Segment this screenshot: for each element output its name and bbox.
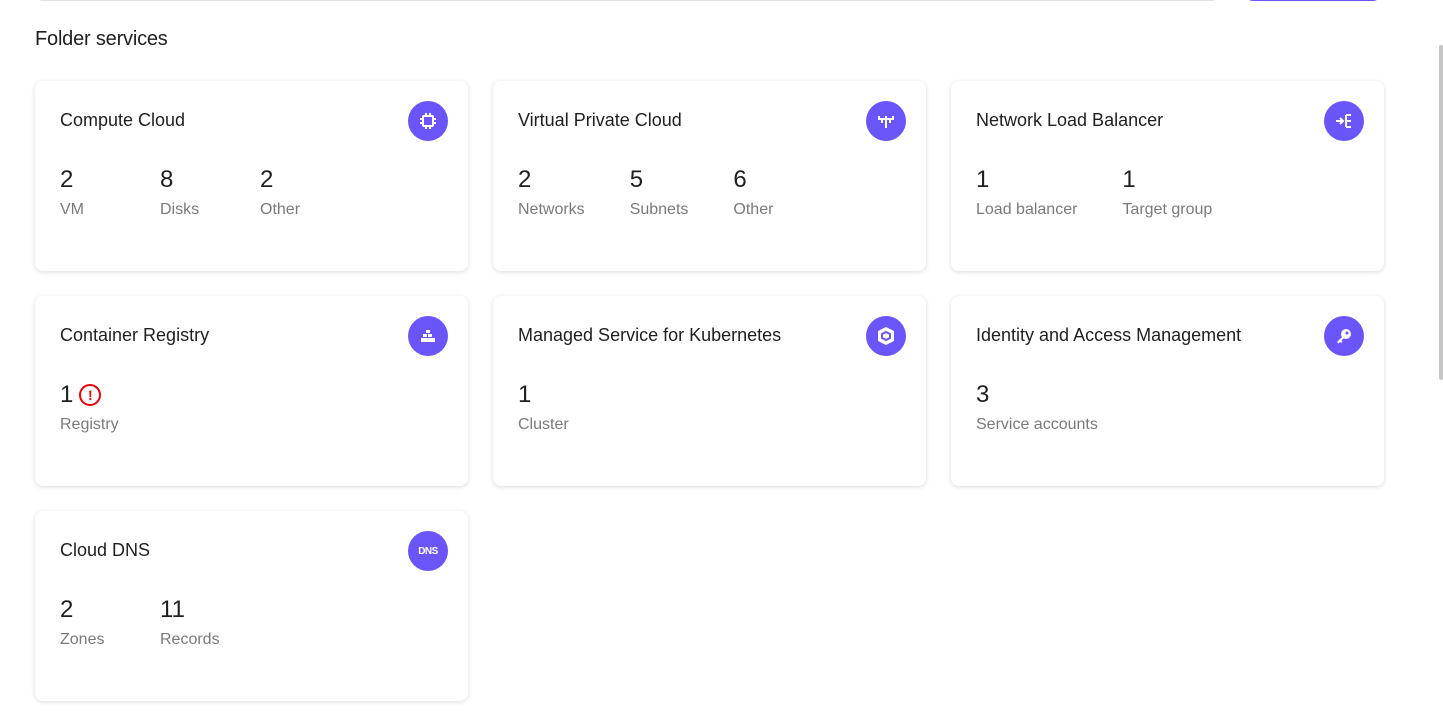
service-card-virtual-private-cloud[interactable]: Virtual Private Cloud 2 Networks 5 Subnets 6 O… xyxy=(493,81,926,271)
stat-value: 1 xyxy=(976,166,990,193)
stat-label: Load balancer xyxy=(976,201,1078,218)
stat: 11 Records xyxy=(160,597,220,649)
stat: 1! Registry xyxy=(60,382,119,434)
service-stats: 2 Zones 11 Records xyxy=(60,597,443,649)
service-card-managed-service-for-kubernetes[interactable]: Managed Service for Kubernetes 1 Cluster xyxy=(493,296,926,486)
service-stats: 1 Load balancer 1 Target group xyxy=(976,167,1359,219)
service-title: Network Load Balancer xyxy=(976,110,1164,130)
search-field-edge[interactable] xyxy=(40,0,1215,1)
stat: 1 Cluster xyxy=(518,382,573,434)
stat: 1 Target group xyxy=(1122,167,1212,219)
stat: 2 Other xyxy=(260,167,315,219)
service-stats: 1 Cluster xyxy=(518,382,901,434)
stat-label: Records xyxy=(160,631,220,648)
stat-value: 3 xyxy=(976,381,990,408)
service-title: Identity and Access Management xyxy=(976,325,1242,345)
service-stats: 2 Networks 5 Subnets 6 Other xyxy=(518,167,901,219)
stat: 6 Other xyxy=(733,167,788,219)
stat-label: Registry xyxy=(60,416,119,433)
stat-value: 2 xyxy=(60,166,74,193)
stat-label: Other xyxy=(260,201,301,218)
service-card-network-load-balancer[interactable]: Network Load Balancer 1 Load balancer 1 Targ… xyxy=(951,81,1384,271)
page-title: Folder services xyxy=(35,28,168,50)
service-title: Cloud DNS xyxy=(60,540,151,560)
stat-label: Subnets xyxy=(629,201,689,218)
stat-label: Disks xyxy=(160,201,200,218)
stat-value: 6 xyxy=(733,166,747,193)
stat-label: Networks xyxy=(518,201,585,218)
top-button-edge[interactable] xyxy=(1245,0,1381,1)
scrollbar[interactable] xyxy=(1439,45,1443,380)
cpu-icon xyxy=(408,101,448,141)
key-icon xyxy=(1324,316,1364,356)
stat: 2 VM xyxy=(60,167,115,219)
stat-label: Cluster xyxy=(518,416,569,433)
service-title: Compute Cloud xyxy=(60,110,186,130)
stat-label: Target group xyxy=(1122,201,1213,218)
stat-value: 11 xyxy=(160,596,185,623)
stat-label: Zones xyxy=(60,631,105,648)
stat: 2 Zones xyxy=(60,597,115,649)
stat-value: 1 xyxy=(518,381,532,408)
stat: 2 Networks xyxy=(518,167,585,219)
service-stats: 2 VM 8 Disks 2 Other xyxy=(60,167,443,219)
stat-value: 1 xyxy=(1122,166,1136,193)
service-title: Virtual Private Cloud xyxy=(518,110,682,130)
network-icon xyxy=(866,101,906,141)
stat-label: VM xyxy=(60,201,84,218)
stat-value: 2 xyxy=(60,596,74,623)
container-icon xyxy=(408,316,448,356)
stat-value: 2 xyxy=(260,166,274,193)
stat: 8 Disks xyxy=(160,167,215,219)
stat: 3 Service accounts xyxy=(976,382,1098,434)
stat-value: 8 xyxy=(160,166,174,193)
service-title: Container Registry xyxy=(60,325,210,345)
stat-value: 2 xyxy=(518,166,532,193)
stat-label: Service accounts xyxy=(976,416,1098,433)
kubernetes-icon xyxy=(866,316,906,356)
service-stats: 3 Service accounts xyxy=(976,382,1359,434)
dns-icon: DNS xyxy=(408,531,448,571)
stat: 5 Subnets xyxy=(630,167,689,219)
stat-value: 5 xyxy=(629,166,644,193)
service-stats: 1! Registry xyxy=(60,382,443,434)
load-balancer-icon xyxy=(1324,101,1364,141)
stat-value: 1 xyxy=(60,381,74,408)
service-title: Managed Service for Kubernetes xyxy=(518,325,782,345)
error-icon[interactable]: ! xyxy=(79,384,102,406)
services-grid: Compute Cloud 2 VM 8 Disks 2 Other Virtual Priv… xyxy=(35,81,1384,701)
stat-label: Other xyxy=(733,201,774,218)
service-card-identity-and-access-management[interactable]: Identity and Access Management 3 Service a… xyxy=(951,296,1384,486)
service-card-container-registry[interactable]: Container Registry 1! Registry xyxy=(35,296,468,486)
service-card-compute-cloud[interactable]: Compute Cloud 2 VM 8 Disks 2 Other xyxy=(35,81,468,271)
stat: 1 Load balancer xyxy=(976,167,1077,219)
service-card-cloud-dns[interactable]: Cloud DNS DNS 2 Zones 11 Records xyxy=(35,511,468,701)
